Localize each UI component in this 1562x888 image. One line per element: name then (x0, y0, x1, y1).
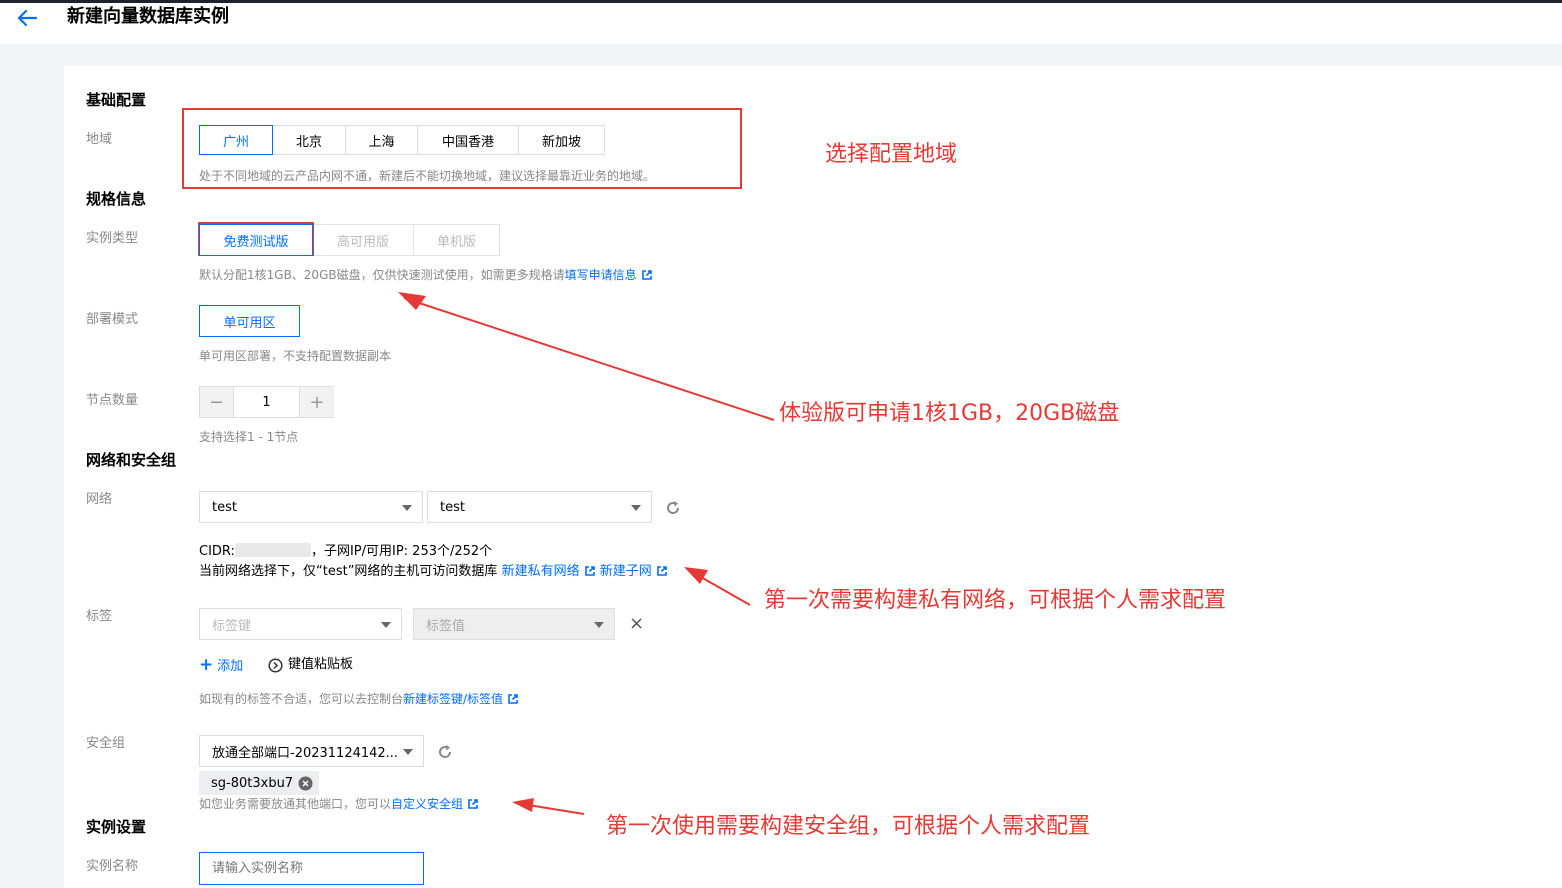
annotation-region: 选择配置地域 (825, 142, 958, 167)
network-access-text: 当前网络选择下，仅“test”网络的主机可访问数据库 (199, 564, 498, 579)
create-vpc-link[interactable]: 新建私有网络 (502, 564, 580, 579)
security-group-chip-label: sg-80t3xbu7 (211, 775, 294, 791)
tag-key-placeholder: 标签键 (212, 618, 252, 634)
security-group-hint-text: 如您业务需要放通其他端口，您可以 (199, 797, 392, 811)
network-label: 网络 (86, 492, 113, 507)
tag-key-select[interactable]: 标签键 (199, 608, 402, 640)
section-title-spec: 规格信息 (86, 190, 147, 208)
tags-label: 标签 (86, 609, 113, 624)
instance-type-free[interactable]: 免费测试版 (199, 224, 313, 256)
annotation-security: 第一次使用需要构建安全组，可根据个人需求配置 (606, 814, 1091, 839)
annotation-network: 第一次需要构建私有网络，可根据个人需求配置 (764, 588, 1227, 613)
node-count-decrement-button[interactable]: − (200, 387, 234, 417)
page-header: 新建向量数据库实例 (0, 3, 1562, 44)
security-group-chip: sg-80t3xbu7 (199, 771, 320, 795)
subnet-select-value: test (440, 499, 465, 515)
section-title-basic: 基础配置 (86, 91, 147, 109)
region-option-guangzhou[interactable]: 广州 (199, 125, 273, 155)
region-label: 地域 (86, 132, 113, 147)
security-group-select[interactable]: 放通全部端口-20231124142... (199, 735, 424, 767)
vpc-select-value: test (212, 499, 237, 515)
add-tag-button[interactable]: + 添加 (199, 656, 243, 676)
plus-icon: + (199, 655, 214, 675)
cidr-label: CIDR: (199, 544, 235, 559)
deploy-option-single-az[interactable]: 单可用区 (199, 305, 300, 337)
instance-type-ha[interactable]: 高可用版 (312, 224, 414, 256)
refresh-icon[interactable] (664, 499, 682, 517)
vpc-select[interactable]: test (199, 491, 423, 523)
instance-type-label: 实例类型 (86, 231, 139, 246)
tags-hint: 如现有的标签不合适，您可以去控制台新建标签键/标签值 (199, 691, 519, 707)
create-subnet-link[interactable]: 新建子网 (600, 564, 652, 579)
chevron-down-icon (402, 505, 412, 511)
network-access-note: 当前网络选择下，仅“test”网络的主机可访问数据库 新建私有网络 新建子网 (199, 563, 668, 581)
external-link-icon[interactable] (467, 798, 479, 810)
annotation-spec: 体验版可申请1核1GB，20GB磁盘 (779, 401, 1120, 426)
security-group-value: 放通全部端口-20231124142... (212, 745, 397, 761)
circle-arrow-icon (268, 657, 283, 673)
create-tag-link[interactable]: 新建标签键/标签值 (403, 692, 503, 706)
annotation-arrow-network (684, 567, 751, 606)
add-tag-label: 添加 (217, 659, 244, 674)
annotation-arrow-security (512, 798, 585, 815)
instance-type-single[interactable]: 单机版 (413, 224, 500, 256)
subnet-select[interactable]: test (427, 491, 652, 523)
node-count-increment-button[interactable]: + (299, 387, 334, 417)
subnet-ip-info: ，子网IP/可用IP: 253个/252个 (310, 544, 493, 559)
instance-name-label: 实例名称 (86, 859, 139, 874)
annotation-arrow-spec (398, 292, 775, 421)
security-group-hint: 如您业务需要放通其他端口，您可以自定义安全组 (199, 796, 479, 812)
nodes-label: 节点数量 (86, 393, 139, 408)
key-value-paste-label: 键值粘贴板 (288, 657, 354, 672)
external-link-icon[interactable] (507, 693, 519, 705)
chevron-down-icon (594, 622, 604, 628)
page-title: 新建向量数据库实例 (67, 6, 229, 27)
section-title-instance: 实例设置 (86, 818, 147, 836)
node-count-stepper: − 1 + (199, 386, 334, 418)
tag-value-select[interactable]: 标签值 (413, 608, 615, 640)
cidr-info: CIDR: ，子网IP/可用IP: 253个/252个 (199, 543, 492, 561)
chevron-down-icon (381, 622, 391, 628)
refresh-icon[interactable] (436, 743, 454, 761)
external-link-icon[interactable] (656, 565, 668, 577)
external-link-icon[interactable] (584, 565, 596, 577)
remove-tag-icon[interactable]: × (629, 614, 644, 634)
key-value-paste-button[interactable]: 键值粘贴板 (268, 656, 353, 674)
custom-security-group-link[interactable]: 自定义安全组 (391, 797, 463, 811)
remove-chip-icon[interactable] (298, 776, 313, 791)
instance-name-input[interactable] (199, 852, 424, 885)
tag-value-placeholder: 标签值 (426, 618, 466, 634)
node-count-input[interactable]: 1 (234, 387, 299, 417)
section-title-network: 网络和安全组 (86, 451, 177, 469)
arrow-left-icon[interactable] (14, 8, 40, 28)
cidr-value-redacted (234, 543, 311, 557)
deploy-hint: 单可用区部署，不支持配置数据副本 (199, 349, 392, 363)
tags-hint-text: 如现有的标签不合适，您可以去控制台 (199, 692, 404, 706)
nodes-hint: 支持选择1 - 1节点 (199, 430, 299, 444)
chevron-down-icon (631, 505, 641, 511)
deploy-label: 部署模式 (86, 312, 139, 327)
security-group-label: 安全组 (86, 736, 126, 751)
chevron-down-icon (403, 749, 413, 755)
